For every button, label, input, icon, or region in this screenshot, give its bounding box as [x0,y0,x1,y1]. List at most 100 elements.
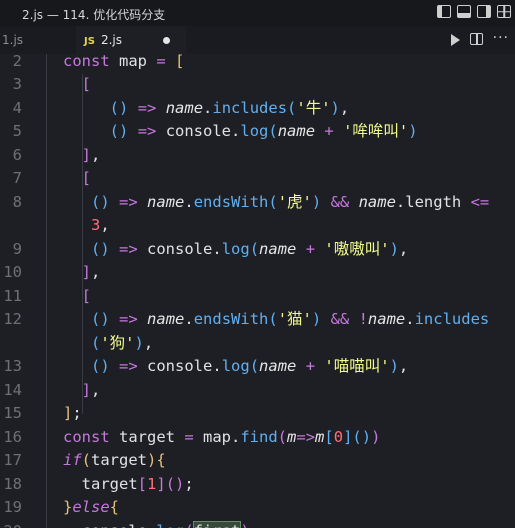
code-line[interactable]: 3 [ [0,73,515,97]
code-token: [ [175,54,185,70]
code-line[interactable]: 6 ], [0,144,515,168]
code-token: else [72,498,110,516]
toggle-panel-icon[interactable] [457,5,471,18]
code-token: .length [395,192,471,211]
code-token: ) [134,333,144,352]
code-line[interactable]: 14 ], [0,379,515,403]
code-token: => [119,357,138,375]
code-text: () => console.log(name + '嗷嗷叫'), [63,238,408,262]
code-token: const [63,54,110,70]
code-token: log [240,122,269,140]
code-line[interactable]: 2 const map = [ [0,54,515,73]
code-line[interactable]: 16 const target = map.find(m=>m[0]()) [0,426,515,450]
tab-1js[interactable]: 1.js [0,26,62,54]
code-token: ] [81,263,92,281]
line-number: 6 [12,145,22,164]
code-line[interactable]: 20 console.log(first) [0,520,515,528]
code-token: ) [240,522,249,528]
code-token: 3 [91,216,101,234]
code-text: () => name.includes('牛'), [63,97,350,121]
code-token: '狗' [100,333,135,352]
code-token: '牛' [296,98,331,117]
code-line[interactable]: 18 target[1](); [0,473,515,497]
code-text: target[1](); [63,473,194,497]
code-text: () => console.log(name + '喵喵叫'), [63,355,408,379]
customize-layout-icon[interactable] [497,5,511,18]
code-token: ) [389,239,399,258]
toggle-primary-sidebar-icon[interactable] [437,5,451,18]
code-text: () => console.log(name + '哞哞叫') [63,120,418,144]
code-text: 3, [63,214,110,238]
code-line[interactable]: 13 () => console.log(name + '喵喵叫'), [0,355,515,379]
code-line[interactable]: 15]; [0,402,515,426]
line-number: 4 [12,98,22,117]
code-token: 1 [147,474,157,493]
code-text: }else{ [63,496,119,520]
code-token: 0 [333,427,344,446]
code-line[interactable]: 4 () => name.includes('牛'), [0,97,515,121]
code-token: name [277,122,316,140]
code-token: => [119,310,138,328]
code-token: target [109,427,185,446]
code-token: ( [277,427,288,446]
code-token: name [165,98,204,117]
code-token: } [63,498,73,516]
code-line[interactable]: 9 () => console.log(name + '嗷嗷叫'), [0,238,515,262]
code-token: = [184,427,194,446]
code-text: () => name.endsWith('猫') && !name.includ… [63,308,489,332]
code-text: if(target){ [63,449,166,473]
code-token: ] [81,145,92,164]
toggle-secondary-sidebar-icon[interactable] [477,5,491,18]
js-file-icon: JS [84,36,95,47]
code-token: { [156,451,166,469]
code-token: = [156,54,166,70]
code-token: ( [81,451,92,469]
code-line[interactable]: 10 ], [0,261,515,285]
run-icon[interactable] [450,34,460,46]
code-line[interactable]: 17 if(target){ [0,449,515,473]
code-token: [ [81,75,92,93]
line-number: 19 [3,498,22,516]
code-token: log [221,239,250,258]
line-number: 18 [3,474,22,493]
code-token: () [109,122,129,140]
code-text: [ [63,285,91,309]
code-token: . [184,192,194,211]
code-token: ] [63,404,73,422]
code-token: find [240,427,278,446]
code-line[interactable]: 3, [0,214,515,238]
code-token: console. [156,122,241,140]
code-line[interactable]: 19 }else{ [0,496,515,520]
code-token: target [91,451,148,469]
more-actions-icon[interactable]: ··· [493,31,509,46]
code-line[interactable]: 5 () => console.log(name + '哞哞叫') [0,120,515,144]
code-token: => [296,427,316,446]
code-line[interactable]: ('狗'), [0,332,515,356]
code-editor[interactable]: 2 const map = [3 [4 () => name.includes('… [0,54,515,528]
code-line[interactable]: 11 [ [0,285,515,309]
code-token: endsWith [193,192,269,211]
code-token: '嗷嗷叫' [324,239,390,258]
code-token: includes [414,310,490,328]
code-token: () [91,357,110,375]
split-editor-icon[interactable] [469,33,483,45]
code-token: => [119,192,138,211]
code-line[interactable]: 7 [ [0,167,515,191]
unsaved-dot-icon[interactable] [163,37,170,44]
tab-2js[interactable]: JS 2.js [76,26,186,54]
code-line[interactable]: 8 () => name.endsWith('虎') && name.lengt… [0,191,515,215]
code-token: <= [470,192,490,211]
code-line[interactable]: 12 () => name.endsWith('猫') && !name.inc… [0,308,515,332]
